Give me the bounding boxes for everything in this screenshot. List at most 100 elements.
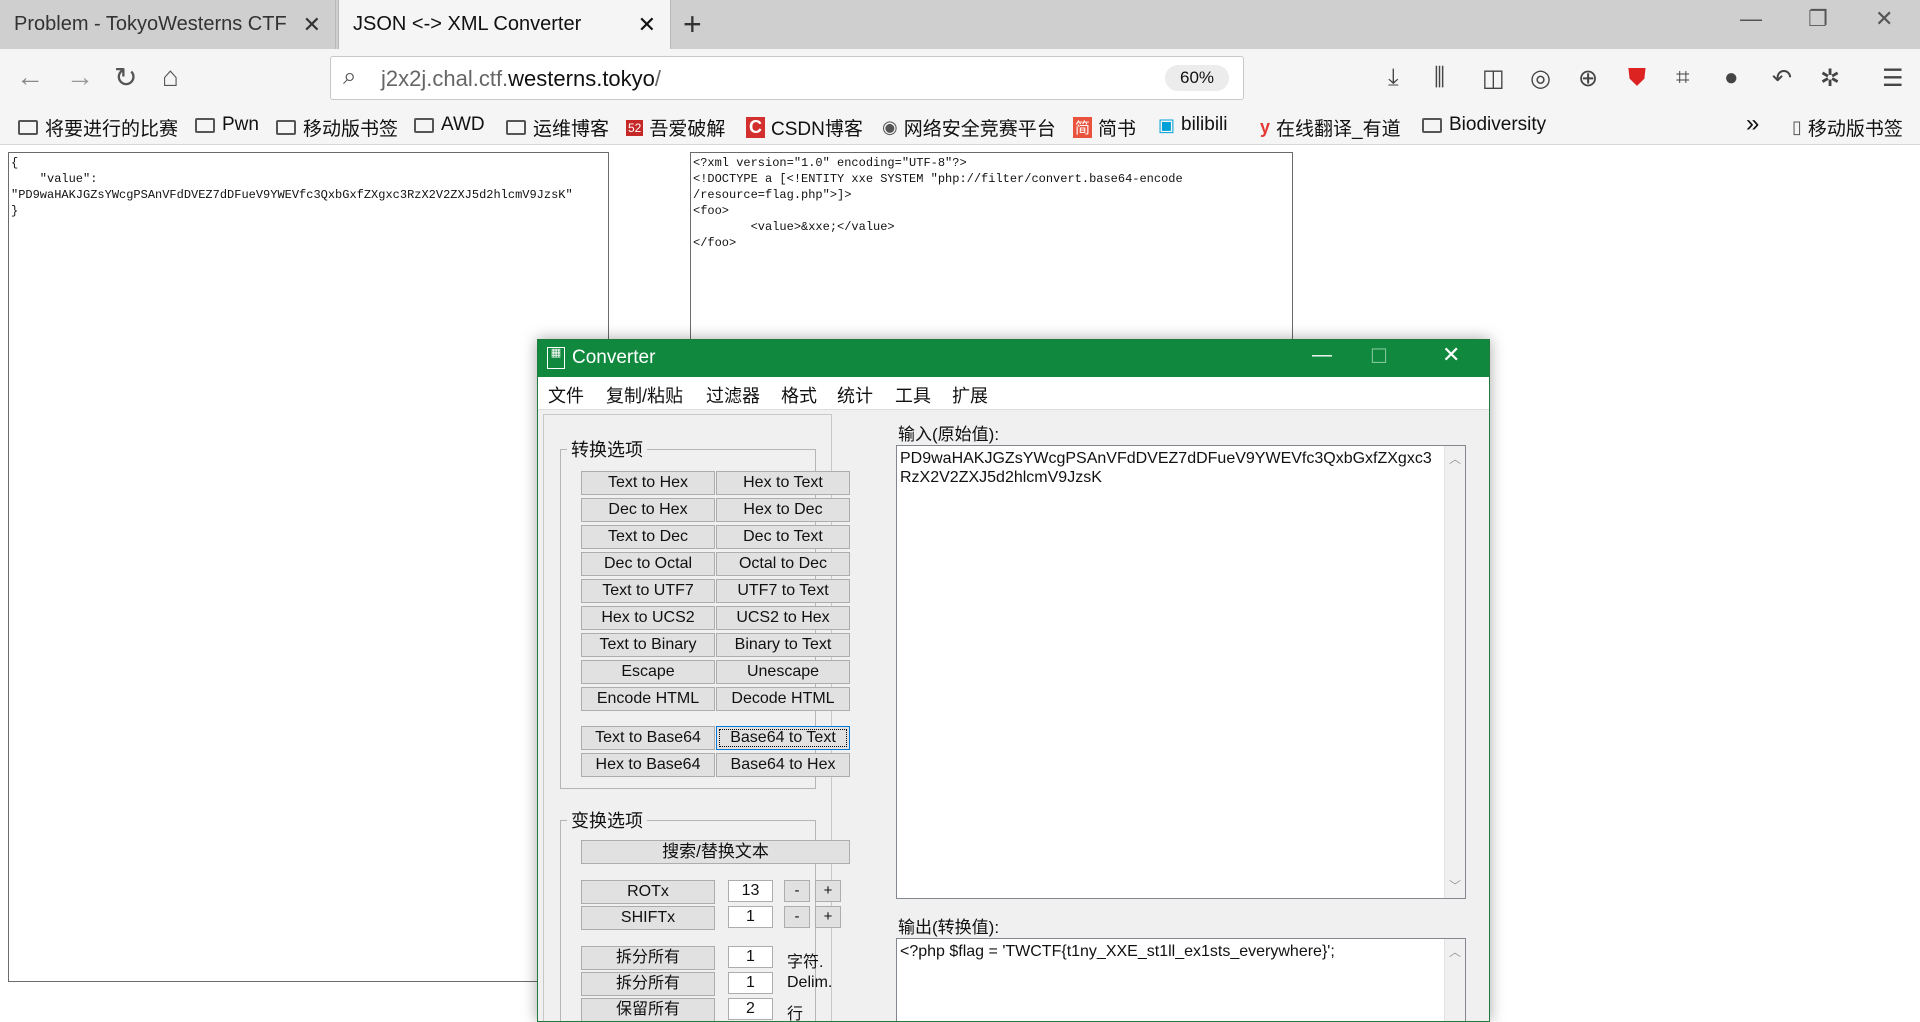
convert-button-hex-to-dec[interactable]: Hex to Dec <box>716 498 850 522</box>
rotx-minus-button[interactable]: - <box>784 880 810 902</box>
convert-button-decode-html[interactable]: Decode HTML <box>716 687 850 711</box>
bookmark-item[interactable]: 运维博客 <box>506 114 609 141</box>
input-textarea[interactable]: PD9waHAKJGZsYWcgPSAnVFdDVEZ7dDFueV9YWEVf… <box>896 445 1466 899</box>
convert-button-text-to-binary[interactable]: Text to Binary <box>581 633 715 657</box>
bookmark-item[interactable]: 52 吾爱破解 <box>626 114 725 141</box>
output-label: 输出(转换值): <box>898 918 1000 937</box>
converter-close-button[interactable]: ✕ <box>1442 342 1460 368</box>
tab-close-icon[interactable]: ✕ <box>303 12 321 38</box>
library-icon[interactable]: ⫼ <box>1434 64 1445 92</box>
shiftx-button[interactable]: SHIFTx <box>581 906 715 930</box>
crop-icon[interactable]: ⌗ <box>1676 64 1690 92</box>
output-text: <?php $flag = 'TWCTF{t1ny_XXE_st1ll_ex1s… <box>900 943 1335 960</box>
shiftx-plus-button[interactable]: + <box>815 906 841 928</box>
zoom-indicator[interactable]: 60% <box>1165 65 1229 91</box>
split-delim-input[interactable]: 1 <box>728 972 773 994</box>
bookmark-item[interactable]: 将要进行的比赛 <box>18 114 178 141</box>
bookmark-item[interactable]: 简简书 <box>1073 114 1136 141</box>
output-scrollbar[interactable]: ︿ <box>1444 939 1465 1021</box>
sync-icon[interactable]: ◎ <box>1530 64 1551 93</box>
convert-button-base64-to-text[interactable]: Base64 to Text <box>716 726 850 750</box>
new-tab-button[interactable]: + <box>683 6 702 43</box>
menu-file[interactable]: 文件 <box>548 382 584 408</box>
tab-problem[interactable]: Problem - TokyoWesterns CTF 5 ✕ <box>0 0 336 49</box>
xml-textarea[interactable]: <?xml version="1.0" encoding="UTF-8"?> <… <box>690 152 1293 342</box>
convert-button-dec-to-text[interactable]: Dec to Text <box>716 525 850 549</box>
convert-button-ucs2-to-hex[interactable]: UCS2 to Hex <box>716 606 850 630</box>
address-bar[interactable]: ⌕ j2x2j.chal.ctf.westerns.tokyo/ 60% <box>330 56 1244 100</box>
undo-icon[interactable]: ↶ <box>1772 64 1792 93</box>
convert-button-text-to-base64[interactable]: Text to Base64 <box>581 726 715 750</box>
url-text[interactable]: j2x2j.chal.ctf.westerns.tokyo/ <box>381 66 661 92</box>
shield-icon[interactable]: ⛊ <box>1628 64 1646 92</box>
bookmark-item[interactable]: ◉ 网络安全竞赛平台 <box>882 114 1056 141</box>
converter-minimize-button[interactable]: — <box>1312 344 1332 367</box>
bookmark-item[interactable]: Pwn <box>195 114 259 136</box>
rotx-button[interactable]: ROTx <box>581 880 715 904</box>
bookmarks-overflow-button[interactable]: » <box>1746 110 1759 138</box>
menu-icon[interactable]: ☰ <box>1882 64 1904 93</box>
bookmark-item[interactable]: AWD <box>414 114 485 136</box>
download-icon[interactable]: ⤓ <box>1388 64 1399 92</box>
tab-close-icon[interactable]: ✕ <box>638 12 656 38</box>
menu-filter[interactable]: 过滤器 <box>706 382 760 408</box>
rotx-input[interactable]: 13 <box>728 880 773 902</box>
globe-icon[interactable]: ⊕ <box>1578 64 1598 93</box>
convert-button-utf7-to-text[interactable]: UTF7 to Text <box>716 579 850 603</box>
scroll-up-icon[interactable]: ︿ <box>1445 450 1465 467</box>
convert-button-hex-to-ucs2[interactable]: Hex to UCS2 <box>581 606 715 630</box>
input-scrollbar[interactable]: ︿ ﹀ <box>1444 446 1465 898</box>
convert-button-text-to-hex[interactable]: Text to Hex <box>581 471 715 495</box>
converter-titlebar[interactable]: ▦ Converter — ☐ ✕ <box>538 340 1489 377</box>
convert-button-hex-to-text[interactable]: Hex to Text <box>716 471 850 495</box>
convert-button-binary-to-text[interactable]: Binary to Text <box>716 633 850 657</box>
menu-format[interactable]: 格式 <box>781 382 817 408</box>
keep-all-input[interactable]: 2 <box>728 998 773 1020</box>
search-replace-button[interactable]: 搜索/替换文本 <box>581 840 850 864</box>
menu-copy-paste[interactable]: 复制/粘贴 <box>606 382 683 408</box>
minimize-button[interactable]: — <box>1740 6 1762 32</box>
convert-button-unescape[interactable]: Unescape <box>716 660 850 684</box>
bookmark-item[interactable]: C CSDN博客 <box>746 114 863 141</box>
menu-tools[interactable]: 工具 <box>895 382 931 408</box>
json-textarea[interactable]: { "value": "PD9waHAKJGZsYWcgPSAnVFdDVEZ7… <box>8 152 609 982</box>
back-icon[interactable]: ← <box>16 61 44 93</box>
convert-button-text-to-dec[interactable]: Text to Dec <box>581 525 715 549</box>
split-chars-input[interactable]: 1 <box>728 946 773 968</box>
home-icon[interactable]: ⌂ <box>162 61 179 93</box>
forward-icon[interactable]: → <box>66 61 94 93</box>
bookmark-item[interactable]: 移动版书签 <box>276 114 398 141</box>
bookmark-item[interactable]: ▣ bilibili <box>1158 114 1227 136</box>
shiftx-minus-button[interactable]: - <box>784 906 810 928</box>
menu-stats[interactable]: 统计 <box>837 382 873 408</box>
addon-icon[interactable]: ✲ <box>1820 64 1840 93</box>
tab-json-xml-converter[interactable]: JSON <-> XML Converter ✕ <box>338 0 671 49</box>
convert-button-base64-to-hex[interactable]: Base64 to Hex <box>716 753 850 777</box>
split-chars-button[interactable]: 拆分所有 <box>581 946 715 970</box>
shiftx-input[interactable]: 1 <box>728 906 773 928</box>
bookmark-item[interactable]: Biodiversity <box>1422 114 1546 136</box>
bookmark-item[interactable]: y 在线翻译_有道 <box>1260 114 1401 141</box>
reload-icon[interactable]: ↻ <box>114 61 137 94</box>
convert-button-dec-to-octal[interactable]: Dec to Octal <box>581 552 715 576</box>
rotx-plus-button[interactable]: + <box>815 880 841 902</box>
restore-button[interactable]: ❐ <box>1808 6 1828 32</box>
extension-icon[interactable]: ● <box>1724 64 1739 92</box>
output-textarea[interactable]: <?php $flag = 'TWCTF{t1ny_XXE_st1ll_ex1s… <box>896 938 1466 1021</box>
mobile-bookmarks[interactable]: ▯ 移动版书签 <box>1792 114 1903 141</box>
convert-button-dec-to-hex[interactable]: Dec to Hex <box>581 498 715 522</box>
keep-all-button[interactable]: 保留所有 <box>581 998 715 1021</box>
scroll-up-icon[interactable]: ︿ <box>1445 943 1465 960</box>
close-window-button[interactable]: ✕ <box>1875 6 1893 32</box>
convert-button-octal-to-dec[interactable]: Octal to Dec <box>716 552 850 576</box>
split-delim-button[interactable]: 拆分所有 <box>581 972 715 996</box>
convert-button-escape[interactable]: Escape <box>581 660 715 684</box>
convert-button-text-to-utf7[interactable]: Text to UTF7 <box>581 579 715 603</box>
convert-button-hex-to-base64[interactable]: Hex to Base64 <box>581 753 715 777</box>
converter-maximize-button[interactable]: ☐ <box>1370 344 1388 369</box>
keep-all-unit: 行 <box>787 1006 804 1022</box>
menu-extensions[interactable]: 扩展 <box>952 382 988 408</box>
convert-button-encode-html[interactable]: Encode HTML <box>581 687 715 711</box>
sidebar-icon[interactable]: ◫ <box>1482 64 1505 93</box>
scroll-down-icon[interactable]: ﹀ <box>1445 877 1465 894</box>
